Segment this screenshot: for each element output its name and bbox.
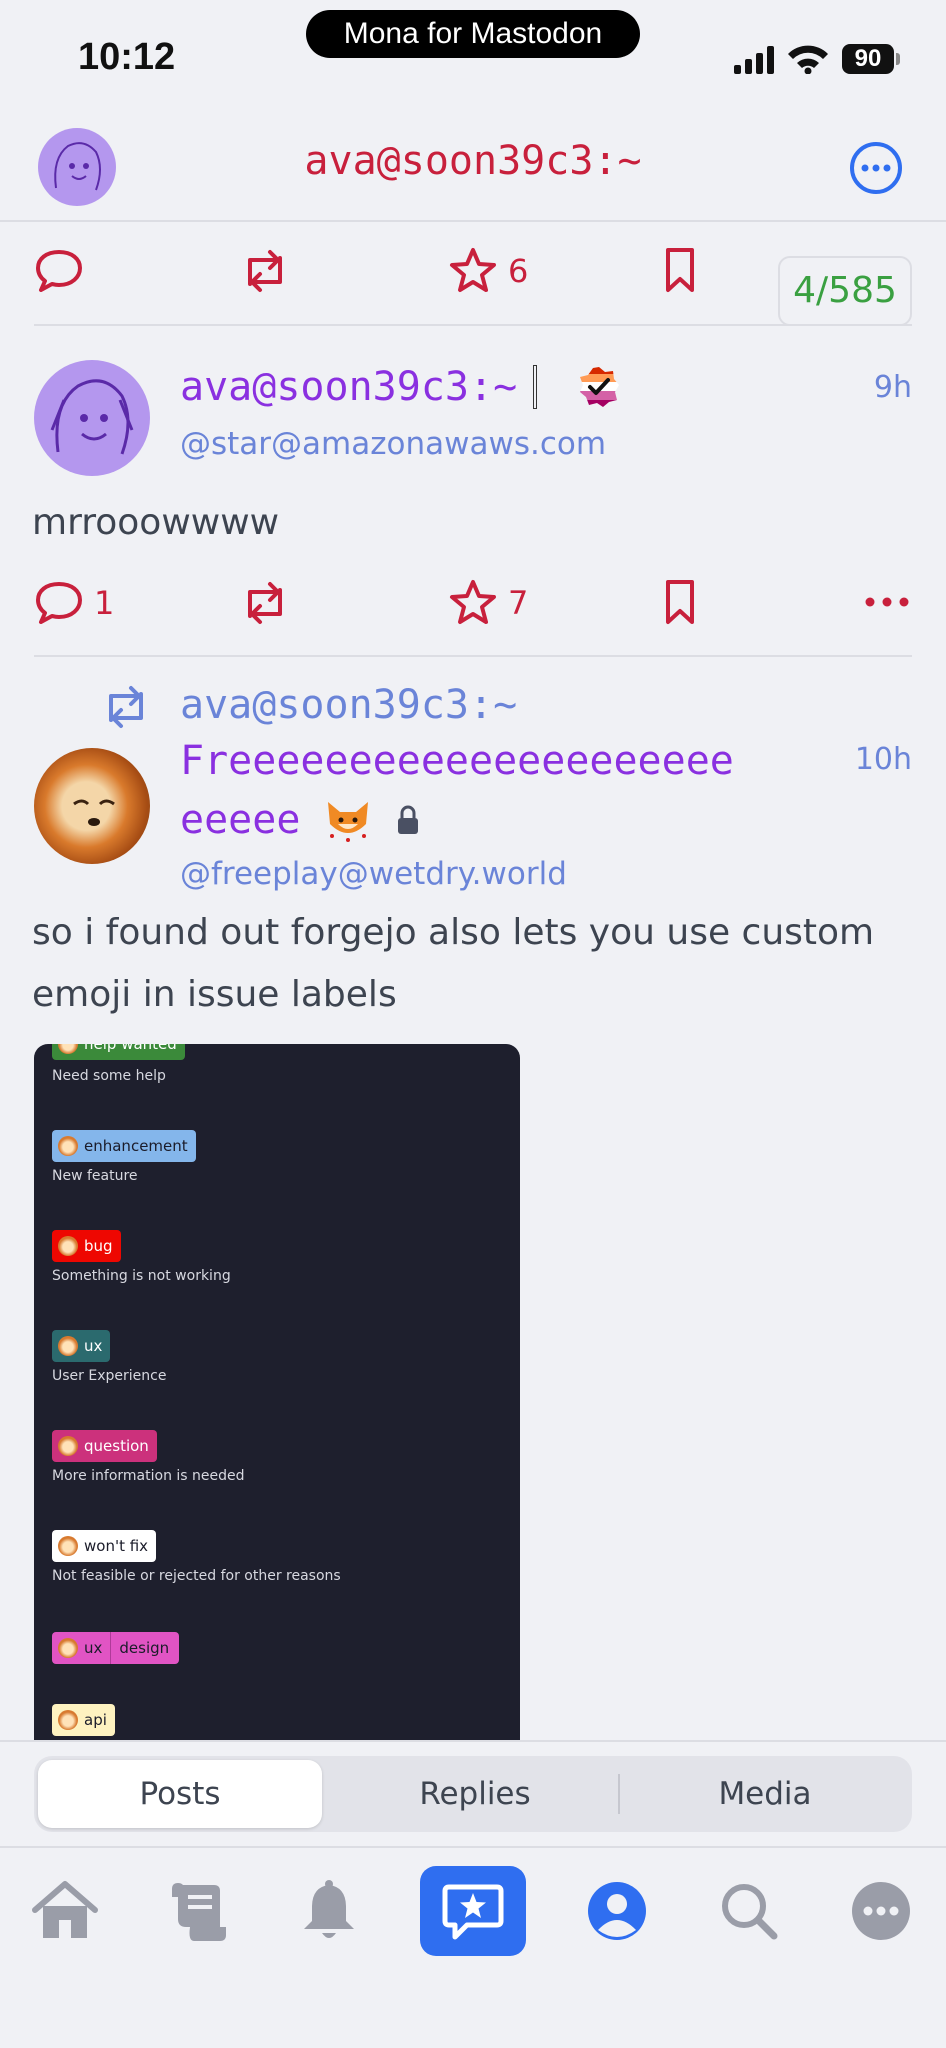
post-more-icon[interactable]: [864, 594, 910, 614]
favorite-count: 7: [508, 584, 529, 622]
boost-indicator-icon: [98, 684, 154, 734]
post-time: 10h: [854, 742, 912, 777]
boosted-by-name[interactable]: ava@soon39c3:~: [180, 682, 517, 728]
home-icon[interactable]: [20, 1866, 110, 1956]
favorite-count: 6: [508, 252, 529, 290]
issue-label: won't fix: [52, 1530, 157, 1562]
lock-icon: [396, 804, 420, 836]
post-time: 9h: [873, 370, 912, 405]
boost-icon: [248, 250, 282, 292]
star-icon: [450, 248, 496, 292]
bookmark-button[interactable]: [664, 578, 696, 626]
star-icon: [450, 580, 496, 624]
post-display-name[interactable]: ava@soon39c3:~: [180, 364, 517, 410]
issue-label: question: [52, 1430, 157, 1462]
issue-label: api: [52, 1704, 115, 1736]
issue-label-description: Not feasible or rejected for other reaso…: [52, 1568, 341, 1584]
favorite-button[interactable]: 6: [448, 246, 528, 296]
issue-label-description: User Experience: [52, 1368, 167, 1384]
post-position-counter: 4/585: [778, 256, 912, 326]
reply-button[interactable]: [34, 248, 84, 294]
favorite-button[interactable]: 7: [448, 578, 528, 628]
post-handle[interactable]: @star@amazonawaws.com: [180, 426, 606, 462]
profile-icon[interactable]: [572, 1866, 662, 1956]
post-body: so i found out forgejo also lets you use…: [32, 912, 875, 1015]
post-avatar[interactable]: [34, 748, 150, 864]
issue-label: bug: [52, 1230, 121, 1262]
post-image-attachment[interactable]: help wanted Need some help enhancement N…: [34, 1044, 520, 1740]
segment-separator: [618, 1774, 620, 1814]
wifi-icon: [786, 42, 830, 78]
reply-button[interactable]: 1: [34, 580, 114, 626]
bookmark-icon: [666, 580, 694, 624]
more-icon[interactable]: [836, 1866, 926, 1956]
post-divider: [34, 324, 912, 326]
issue-label: enhancement: [52, 1130, 196, 1162]
bookmark-button[interactable]: [664, 246, 696, 294]
post-handle[interactable]: @freeplay@wetdry.world: [180, 856, 567, 892]
issue-label-description: New feature: [52, 1168, 138, 1184]
notifications-bell-icon[interactable]: [284, 1866, 374, 1956]
issue-label: ux: [52, 1330, 111, 1362]
header-divider: [0, 220, 946, 222]
post-display-name[interactable]: Freeeeeeeeeeeeeeeeeeeee: [180, 738, 734, 784]
timeline-scroll-icon[interactable]: [154, 1866, 244, 1956]
tab-media[interactable]: Media: [622, 1760, 908, 1828]
tab-posts[interactable]: Posts: [38, 1760, 322, 1828]
compose-star-icon[interactable]: [420, 1866, 526, 1956]
issue-label-description: More information is needed: [52, 1468, 245, 1484]
reply-count: 1: [94, 584, 115, 622]
bookmark-icon: [666, 248, 694, 292]
boost-button[interactable]: [238, 248, 292, 294]
issue-label-description: Something is not working: [52, 1268, 231, 1284]
fox-emoji-icon: [322, 796, 374, 844]
post-body: mrrooowwww: [32, 502, 280, 543]
issue-label: help wanted: [52, 1044, 185, 1060]
more-options-icon[interactable]: [848, 140, 904, 200]
cellular-signal-icon: [734, 46, 776, 74]
text-cursor: [533, 365, 538, 409]
dynamic-island-app-label: Mona for Mastodon: [306, 10, 640, 58]
segment-top-divider: [0, 1740, 946, 1742]
reply-icon: [36, 250, 82, 292]
profile-segmented-control: Posts Replies Media: [34, 1756, 912, 1832]
post-display-name-continued[interactable]: eeeee: [180, 797, 300, 843]
post-divider: [34, 655, 912, 657]
issue-label-description: Need some help: [52, 1068, 166, 1084]
post-avatar[interactable]: [34, 360, 150, 476]
issue-label: ux design: [52, 1632, 180, 1664]
verified-flag-icon: [577, 365, 621, 409]
search-icon[interactable]: [704, 1866, 794, 1956]
battery-indicator: 90: [842, 44, 894, 74]
battery-tip: [896, 53, 900, 65]
page-title: ava@soon39c3:~: [304, 138, 642, 184]
tab-replies[interactable]: Replies: [332, 1760, 618, 1828]
boost-icon: [248, 582, 282, 624]
status-time: 10:12: [78, 36, 176, 78]
reply-icon: [36, 582, 82, 624]
boost-button[interactable]: [238, 580, 292, 626]
